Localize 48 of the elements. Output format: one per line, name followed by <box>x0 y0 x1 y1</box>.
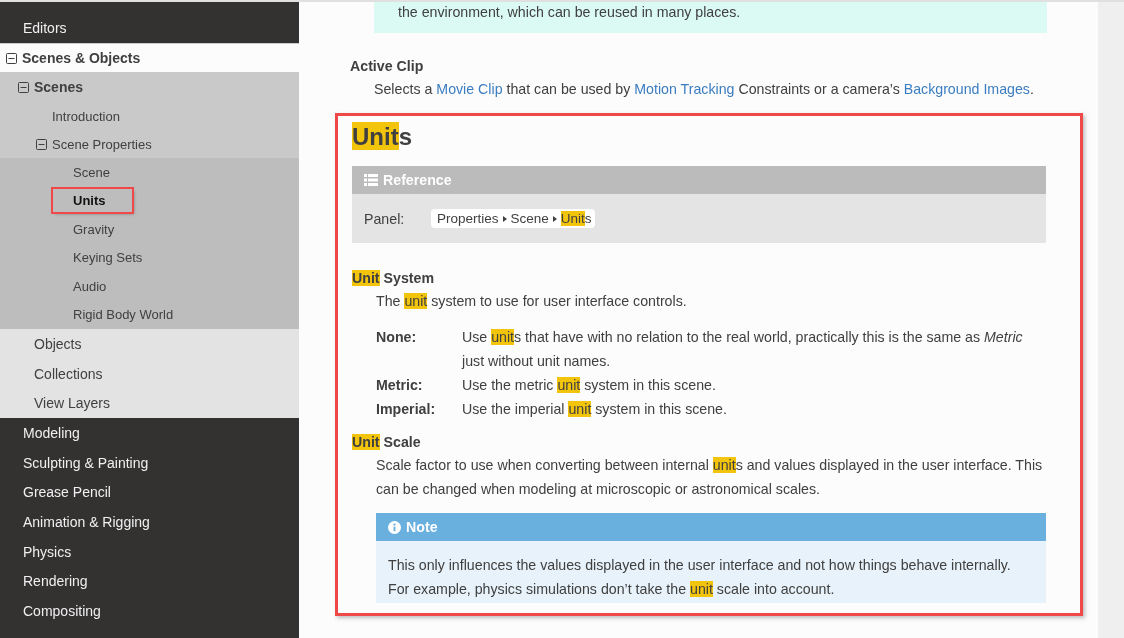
definition-text: Selects a Movie Clip that can be used by Motion Tracking Constraints or a camera’s Background Images. <box>374 80 1035 99</box>
triangle-icon <box>502 215 507 222</box>
triangle-icon <box>552 215 557 222</box>
sidebar-item[interactable]: Modeling <box>0 418 299 448</box>
sidebar-item[interactable]: Rendering <box>0 566 299 597</box>
collapse-icon[interactable] <box>18 81 29 93</box>
sidebar-item[interactable]: Scene Properties <box>0 130 299 159</box>
panel-label: Panel: <box>364 210 406 227</box>
breadcrumb-item: Scene <box>510 211 549 226</box>
scrollbar[interactable] <box>1098 2 1124 638</box>
option-term: Imperial: <box>376 400 437 419</box>
sidebar-item[interactable]: Animation & Rigging <box>0 507 299 537</box>
reference-title: Reference <box>383 172 452 188</box>
sidebar-item[interactable]: Editors <box>0 13 299 43</box>
sidebar-item[interactable]: Keying Sets <box>0 243 299 273</box>
breadcrumb-item: Properties <box>437 211 499 226</box>
note-title: Note <box>406 519 438 535</box>
sidebar-item[interactable]: Scenes <box>0 72 299 103</box>
property-term: Unit System <box>352 269 435 288</box>
sidebar-item[interactable]: View Layers <box>0 388 299 419</box>
info-icon <box>388 520 401 534</box>
list-icon <box>364 174 378 186</box>
sidebar-item[interactable]: Physics <box>0 536 299 567</box>
option-term: None: <box>376 328 418 347</box>
option-term: Metric: <box>376 376 424 395</box>
collapse-icon[interactable] <box>6 52 17 64</box>
tip-text: the environment, which can be reused in many places. <box>398 3 742 22</box>
collapse-icon[interactable] <box>36 138 47 150</box>
link[interactable]: Movie Clip <box>436 81 503 97</box>
property-text: The unit system to use for user interface controls. <box>376 292 688 311</box>
sidebar-item[interactable]: Units <box>0 186 299 216</box>
sidebar-item[interactable]: Sculpting & Painting <box>0 447 299 478</box>
link[interactable]: Background Images <box>903 81 1030 97</box>
note-text: This only influences the values displayed in the user interface and not how things behave internally. For example, physics simulations don’t take the unit scale into account. <box>388 556 1012 599</box>
sidebar-item[interactable]: Grease Pencil <box>0 477 299 508</box>
definition-term: Active Clip <box>350 57 425 76</box>
sidebar-item[interactable]: Compositing <box>0 596 299 626</box>
sidebar-item[interactable]: Gravity <box>0 215 299 244</box>
sidebar-item[interactable]: Introduction <box>0 102 299 131</box>
sidebar-item[interactable]: Scenes & Objects <box>0 42 299 73</box>
property-term: Unit Scale <box>352 433 422 452</box>
sidebar-item[interactable]: Rigid Body World <box>0 300 299 330</box>
sidebar-item[interactable]: Objects <box>0 329 299 359</box>
option-text: Use the metric unit system in this scene. <box>462 376 717 395</box>
sidebar-item[interactable]: Audio <box>0 272 299 301</box>
sidebar-item[interactable]: Collections <box>0 358 299 389</box>
sidebar-item[interactable]: Scene <box>0 158 299 187</box>
link[interactable]: Motion Tracking <box>634 81 735 97</box>
